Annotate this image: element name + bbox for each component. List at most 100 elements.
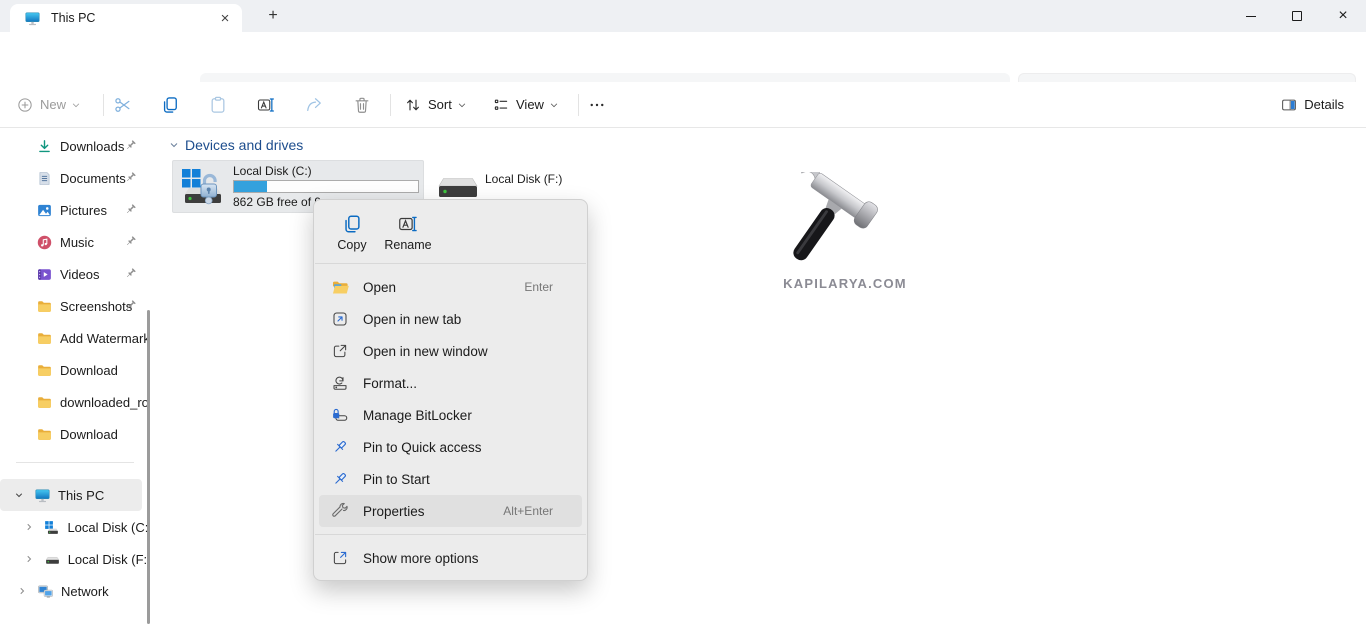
more-options-button[interactable] <box>588 96 606 114</box>
menu-item-manage-bitlocker[interactable]: Manage BitLocker <box>319 399 582 431</box>
menu-item-pin-to-start[interactable]: Pin to Start <box>319 463 582 495</box>
group-header-devices-and-drives[interactable]: Devices and drives <box>168 137 303 153</box>
share-icon <box>304 95 324 115</box>
computer-icon <box>34 487 51 504</box>
computer-icon <box>24 10 41 27</box>
sidebar-item-downloads[interactable]: Downloads <box>0 130 150 162</box>
folder-icon <box>36 394 53 411</box>
ellipsis-icon <box>588 96 606 114</box>
rename-button[interactable] <box>256 95 276 115</box>
sidebar-item-local-disk-f[interactable]: Local Disk (F:) <box>0 543 150 575</box>
minimize-button[interactable] <box>1228 0 1274 32</box>
bitlocker-drive-icon <box>181 167 227 214</box>
menu-item-open[interactable]: Open Enter <box>319 271 582 303</box>
menu-item-format[interactable]: Format... <box>319 367 582 399</box>
copy-icon <box>160 95 180 115</box>
chevron-down-icon <box>168 139 180 151</box>
copy-icon <box>341 213 363 235</box>
shortcut-label: Alt+Enter <box>503 504 553 518</box>
videos-icon <box>36 266 53 283</box>
chevron-down-icon <box>549 100 559 110</box>
new-tab-button[interactable]: + <box>260 4 286 28</box>
sidebar-item-network[interactable]: Network <box>0 575 150 607</box>
details-button[interactable]: Details <box>1280 96 1344 114</box>
sort-label: Sort <box>428 97 452 112</box>
new-label: New <box>40 97 66 112</box>
pin-icon <box>124 299 137 317</box>
paste-icon <box>208 95 228 115</box>
sidebar-scrollbar[interactable] <box>147 310 150 624</box>
maximize-icon <box>1292 11 1302 21</box>
pin-icon <box>124 203 137 221</box>
folder-icon <box>36 298 53 315</box>
sidebar-item-this-pc[interactable]: This PC <box>0 479 142 511</box>
command-toolbar: New Sort View Details <box>0 82 1366 128</box>
rename-icon <box>256 95 276 115</box>
maximize-button[interactable] <box>1274 0 1320 32</box>
pin-icon <box>124 267 137 285</box>
title-bar: This PC × + × <box>0 0 1366 32</box>
plus-circle-icon <box>16 96 34 114</box>
context-menu: Copy Rename Open Enter Open in new tab O… <box>313 199 588 581</box>
drive-usage-bar <box>233 180 419 193</box>
drive-name: Local Disk (F:) <box>485 172 562 186</box>
group-header-label: Devices and drives <box>185 137 303 153</box>
navigation-bar: › This PC › Search This PC <box>0 32 1366 82</box>
sidebar-item-videos[interactable]: Videos <box>0 258 150 290</box>
chevron-right-icon[interactable] <box>20 521 37 533</box>
menu-item-open-in-new-window[interactable]: Open in new window <box>319 335 582 367</box>
new-button[interactable]: New <box>16 96 81 114</box>
folder-open-icon <box>330 278 350 297</box>
tab-close-icon[interactable]: × <box>214 7 236 29</box>
toolbar-separator <box>103 94 104 116</box>
menu-item-open-in-new-tab[interactable]: Open in new tab <box>319 303 582 335</box>
pin-icon <box>330 438 350 456</box>
show-more-icon <box>330 549 350 567</box>
tab-title: This PC <box>51 11 214 25</box>
chevron-right-icon[interactable] <box>20 553 38 565</box>
sidebar-item-downloaded-ro[interactable]: downloaded_ro <box>0 386 150 418</box>
sidebar-tree: This PC Local Disk (C:) Local Disk (F:) … <box>0 479 150 607</box>
sidebar-item-download-1[interactable]: Download <box>0 354 150 386</box>
sidebar-item-local-disk-c[interactable]: Local Disk (C:) <box>0 511 150 543</box>
downloads-icon <box>36 138 53 155</box>
toolbar-separator <box>390 94 391 116</box>
wrench-icon <box>330 502 350 520</box>
folder-icon <box>36 426 53 443</box>
rename-button[interactable]: Rename <box>380 209 436 256</box>
delete-button[interactable] <box>352 95 372 115</box>
sidebar-item-pictures[interactable]: Pictures <box>0 194 150 226</box>
sort-button[interactable]: Sort <box>404 96 467 114</box>
tab-this-pc[interactable]: This PC × <box>10 4 242 32</box>
chevron-down-icon <box>457 100 467 110</box>
drive-name: Local Disk (C:) <box>233 164 421 178</box>
close-button[interactable]: × <box>1320 0 1366 32</box>
view-button[interactable]: View <box>492 96 559 114</box>
menu-item-properties[interactable]: Properties Alt+Enter <box>319 495 582 527</box>
copy-button[interactable]: Copy <box>324 209 380 256</box>
sidebar-item-documents[interactable]: Documents <box>0 162 150 194</box>
sidebar-item-add-watermark[interactable]: Add Watermark <box>0 322 150 354</box>
menu-item-pin-to-quick-access[interactable]: Pin to Quick access <box>319 431 582 463</box>
format-drive-icon <box>330 374 350 392</box>
menu-separator <box>315 263 586 264</box>
rename-icon <box>397 213 419 235</box>
cut-button[interactable] <box>113 95 133 115</box>
toolbar-separator <box>578 94 579 116</box>
sidebar-item-download-2[interactable]: Download <box>0 418 150 450</box>
open-new-tab-icon <box>330 310 350 328</box>
chevron-down-icon[interactable] <box>10 489 28 501</box>
pin-icon <box>124 171 137 189</box>
menu-item-show-more-options[interactable]: Show more options <box>319 542 582 574</box>
bitlocker-icon <box>330 406 350 424</box>
folder-icon <box>36 330 53 347</box>
sidebar-item-music[interactable]: Music <box>0 226 150 258</box>
chevron-down-icon <box>71 100 81 110</box>
copy-button[interactable] <box>160 95 180 115</box>
copy-label: Copy <box>337 238 366 252</box>
chevron-right-icon[interactable] <box>13 585 31 597</box>
disk-usage-fill <box>234 181 267 192</box>
share-button[interactable] <box>304 95 324 115</box>
paste-button[interactable] <box>208 95 228 115</box>
sidebar-item-screenshots[interactable]: Screenshots <box>0 290 150 322</box>
